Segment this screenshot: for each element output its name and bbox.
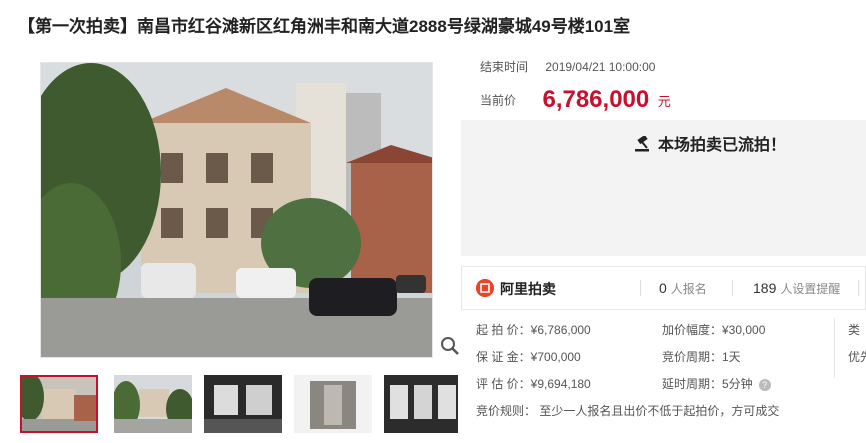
divider [858,280,859,296]
bid-cycle: 竞价周期：1天 [662,350,741,364]
current-price-label: 当前价 [480,93,517,108]
thumbnail-strip [18,375,458,437]
reminder-number: 189 [753,280,777,296]
divider [732,280,733,296]
page-title: 【第一次拍卖】南昌市红谷滩新区红角洲丰和南大道2888号绿湖豪城49号楼101室 [18,17,631,36]
thumbnail-2[interactable] [114,375,192,433]
signup-number: 0 [659,280,667,296]
current-price-row: 当前价 6,786,000 元 [480,86,671,114]
deposit: 保 证 金：¥700,000 [476,350,581,364]
divider [640,280,641,296]
zoom-icon[interactable] [440,336,460,356]
end-time-row: 结束时间 2019/04/21 10:00:00 [480,58,655,75]
category-label: 类 [848,323,861,337]
reminder-label: 人设置提醒 [780,282,841,296]
thumbnail-3[interactable] [204,375,282,433]
appraisal-price: 评 估 价：¥9,694,180 [476,377,591,391]
main-property-photo[interactable] [40,62,433,358]
thumbnail-5[interactable] [384,375,462,433]
thumbnail-1[interactable] [20,375,98,433]
end-time-label: 结束时间 [480,60,529,74]
column-divider [834,318,835,378]
aliauction-logo-icon [476,279,494,297]
current-price-value: 6,786,000 [542,86,650,113]
aliauction-brand: 阿里拍卖 [500,281,556,297]
hammer-icon [635,136,649,152]
extension-text: 延时周期：5分钟 [662,377,753,391]
end-time-value: 2019/04/21 10:00:00 [545,60,656,74]
bid-increment: 加价幅度：¥30,000 [662,323,766,337]
start-price: 起 拍 价：¥6,786,000 [476,323,591,337]
auction-status: 本场拍卖已流拍！ [634,131,786,155]
signup-label: 人报名 [670,282,707,296]
help-icon[interactable]: ? [758,379,771,391]
priority-label: 优先 [848,350,866,364]
bidding-rule: 竞价规则： 至少一人报名且出价不低于起拍价，方可成交 [476,404,780,418]
thumbnail-4[interactable] [294,375,372,433]
auction-status-text: 本场拍卖已流拍！ [658,137,787,154]
extension-period: 延时周期：5分钟? [662,375,771,392]
signup-count: 0 人报名 [659,280,707,297]
current-price-unit: 元 [657,93,671,109]
reminder-count[interactable]: 189 人设置提醒 [753,280,840,297]
